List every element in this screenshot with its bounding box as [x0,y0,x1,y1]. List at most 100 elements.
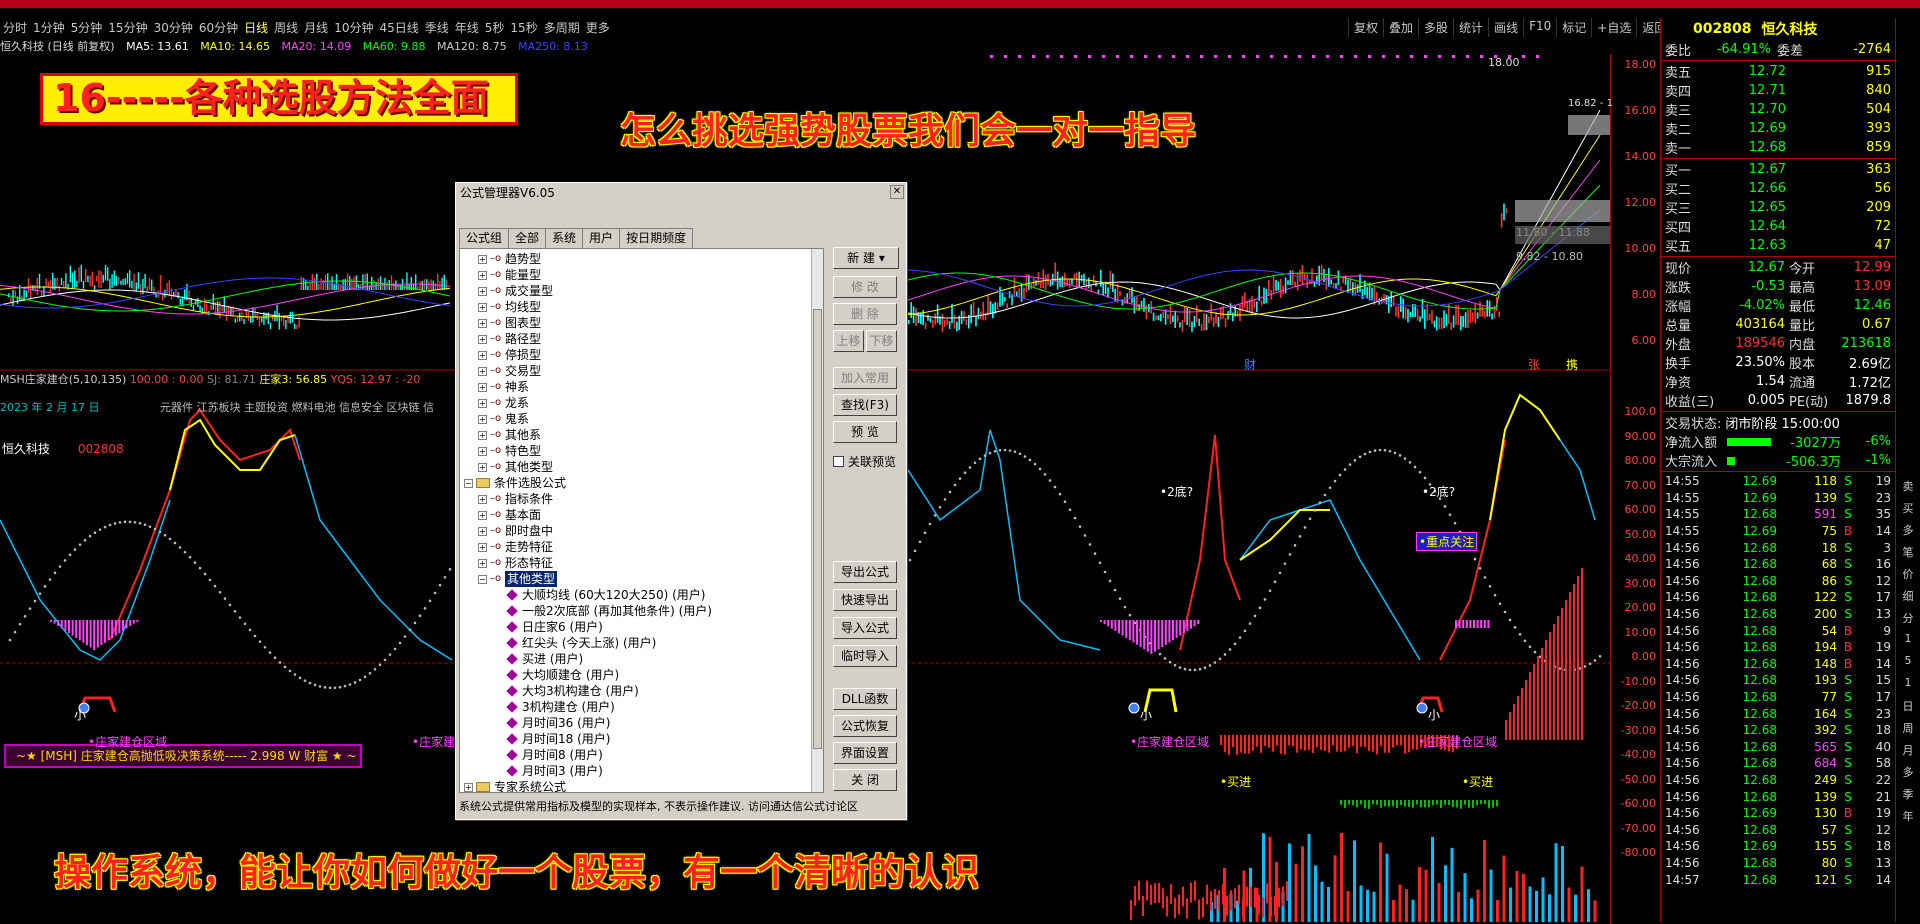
tree-item[interactable]: + –o 停损型 [460,347,823,363]
tree-item[interactable]: 月时间8 (用户) [460,747,823,763]
tree-item[interactable]: + –o 能量型 [460,267,823,283]
tree-item[interactable]: + –o 鬼系 [460,411,823,427]
preview-button[interactable]: 预 览 [833,421,897,443]
expand-icon[interactable]: + [478,494,487,504]
expand-icon[interactable]: + [478,302,487,312]
tree-item[interactable]: 买进 (用户) [460,651,823,667]
tree-item[interactable]: 月时间36 (用户) [460,715,823,731]
sidebar-btn-11[interactable]: 周 [1896,720,1920,742]
sidebar-btn-15[interactable]: 年 [1896,808,1920,830]
expand-icon[interactable]: + [478,542,487,552]
expand-icon[interactable]: + [478,414,487,424]
tree-item[interactable]: + –o 龙系 [460,395,823,411]
tree-item[interactable]: + –o 均线型 [460,299,823,315]
import-button[interactable]: 导入公式 [833,617,897,639]
tree-item[interactable]: 大均顺建仓 (用户) [460,667,823,683]
tree-item[interactable]: + –o 基本面 [460,507,823,523]
expand-icon[interactable]: + [478,366,487,376]
expand-icon[interactable]: + [478,286,487,296]
tree-item[interactable]: 月时间18 (用户) [460,731,823,747]
expand-icon[interactable]: + [478,430,487,440]
expand-icon[interactable]: + [478,398,487,408]
tree-scrollbar[interactable] [811,249,823,792]
new-button[interactable]: 新 建 ▾ [833,247,899,269]
sidebar-btn-2[interactable]: 多 [1896,522,1920,544]
link-preview-checkbox[interactable]: 关联预览 [833,453,896,470]
sidebar-btn-13[interactable]: 多 [1896,764,1920,786]
edit-button[interactable]: 修 改 [833,276,897,298]
expand-icon[interactable]: + [478,334,487,344]
tree-item[interactable]: 月时间3 (用户) [460,763,823,779]
tree-item[interactable]: + –o 走势特征 [460,539,823,555]
dialog-tab-3[interactable]: 用户 [582,228,621,248]
tree-item[interactable]: 大顺均线 (60大120大250) (用户) [460,587,823,603]
tree-item[interactable]: + –o 趋势型 [460,251,823,267]
ui-settings-button[interactable]: 界面设置 [833,742,897,764]
tree-item[interactable]: + –o 图表型 [460,315,823,331]
tree-item[interactable]: + –o 形态特征 [460,555,823,571]
sidebar-btn-5[interactable]: 细 [1896,588,1920,610]
export-button[interactable]: 导出公式 [833,561,897,583]
expand-icon[interactable]: + [464,782,473,792]
tree-item[interactable]: + –o 交易型 [460,363,823,379]
temp-import-button[interactable]: 临时导入 [833,645,897,667]
close-icon[interactable]: ✕ [890,185,904,199]
tree-item[interactable]: 大均3机构建仓 (用户) [460,683,823,699]
sidebar-btn-6[interactable]: 分 [1896,610,1920,632]
dialog-tab-4[interactable]: 按日期频度 [619,228,694,248]
sidebar-btn-0[interactable]: 卖 [1896,478,1920,500]
expand-icon[interactable]: + [478,462,487,472]
sidebar-btn-1[interactable]: 买 [1896,500,1920,522]
tree-item[interactable]: − –o 其他类型 [460,571,823,587]
tree-item[interactable]: + –o 特色型 [460,443,823,459]
expand-icon[interactable]: + [478,350,487,360]
expand-icon[interactable]: + [478,510,487,520]
delete-button[interactable]: 删 除 [833,303,897,325]
move-up-button[interactable]: 上移 [833,330,864,352]
tree-item[interactable]: + –o 成交量型 [460,283,823,299]
sidebar-btn-9[interactable]: 1 [1896,676,1920,698]
expand-icon[interactable]: − [464,478,473,488]
sidebar-btn-12[interactable]: 月 [1896,742,1920,764]
tree-item[interactable]: + –o 神系 [460,379,823,395]
sidebar-btn-10[interactable]: 日 [1896,698,1920,720]
tree-item[interactable]: − 条件选股公式 [460,475,823,491]
scroll-thumb[interactable] [813,309,822,749]
expand-icon[interactable]: + [478,318,487,328]
tree-item[interactable]: 一般2次底部 (再加其他条件) (用户) [460,603,823,619]
find-button[interactable]: 查找(F3) [833,394,897,416]
dialog-tab-0[interactable]: 公式组 [459,228,510,248]
sidebar-btn-8[interactable]: 5 [1896,654,1920,676]
tick-list[interactable]: 14:55 12.69 118 S 19 14:55 12.69 139 S 23 14:55 12.… [1661,473,1895,888]
expand-icon[interactable]: + [478,446,487,456]
close-button[interactable]: 关 闭 [833,769,897,791]
restore-button[interactable]: 公式恢复 [833,715,897,737]
tree-item[interactable]: + 专家系统公式 [460,779,823,792]
dialog-tab-1[interactable]: 全部 [508,228,547,248]
expand-icon[interactable]: + [478,254,487,264]
formula-tree[interactable]: + –o 趋势型 + –o 能量型 + –o 成交量型 + –o 均线型 + –o 图表型 + –o 路径型 + –o… [459,248,824,793]
sidebar-btn-7[interactable]: 1 [1896,632,1920,654]
tree-item[interactable]: + –o 路径型 [460,331,823,347]
expand-icon[interactable]: + [478,270,487,280]
tree-item[interactable]: 红尖头 (今天上涨) (用户) [460,635,823,651]
expand-icon[interactable]: + [478,382,487,392]
expand-icon[interactable]: + [478,526,487,536]
add-common-button[interactable]: 加入常用 [833,367,897,389]
checkbox-box[interactable] [833,456,844,467]
expand-icon[interactable]: + [478,558,487,568]
expand-icon[interactable]: − [478,574,487,584]
tree-item[interactable]: 日庄家6 (用户) [460,619,823,635]
tree-item[interactable]: 3机构建仓 (用户) [460,699,823,715]
dll-button[interactable]: DLL函数 [833,688,897,710]
tree-item[interactable]: + –o 即时盘中 [460,523,823,539]
tree-item[interactable]: + –o 其他系 [460,427,823,443]
sidebar-btn-14[interactable]: 季 [1896,786,1920,808]
sidebar-btn-3[interactable]: 笔 [1896,544,1920,566]
move-down-button[interactable]: 下移 [866,330,897,352]
dialog-tab-2[interactable]: 系统 [545,228,584,248]
tree-item[interactable]: + –o 指标条件 [460,491,823,507]
tree-item[interactable]: + –o 其他类型 [460,459,823,475]
quick-export-button[interactable]: 快速导出 [833,589,897,611]
sidebar-btn-4[interactable]: 价 [1896,566,1920,588]
